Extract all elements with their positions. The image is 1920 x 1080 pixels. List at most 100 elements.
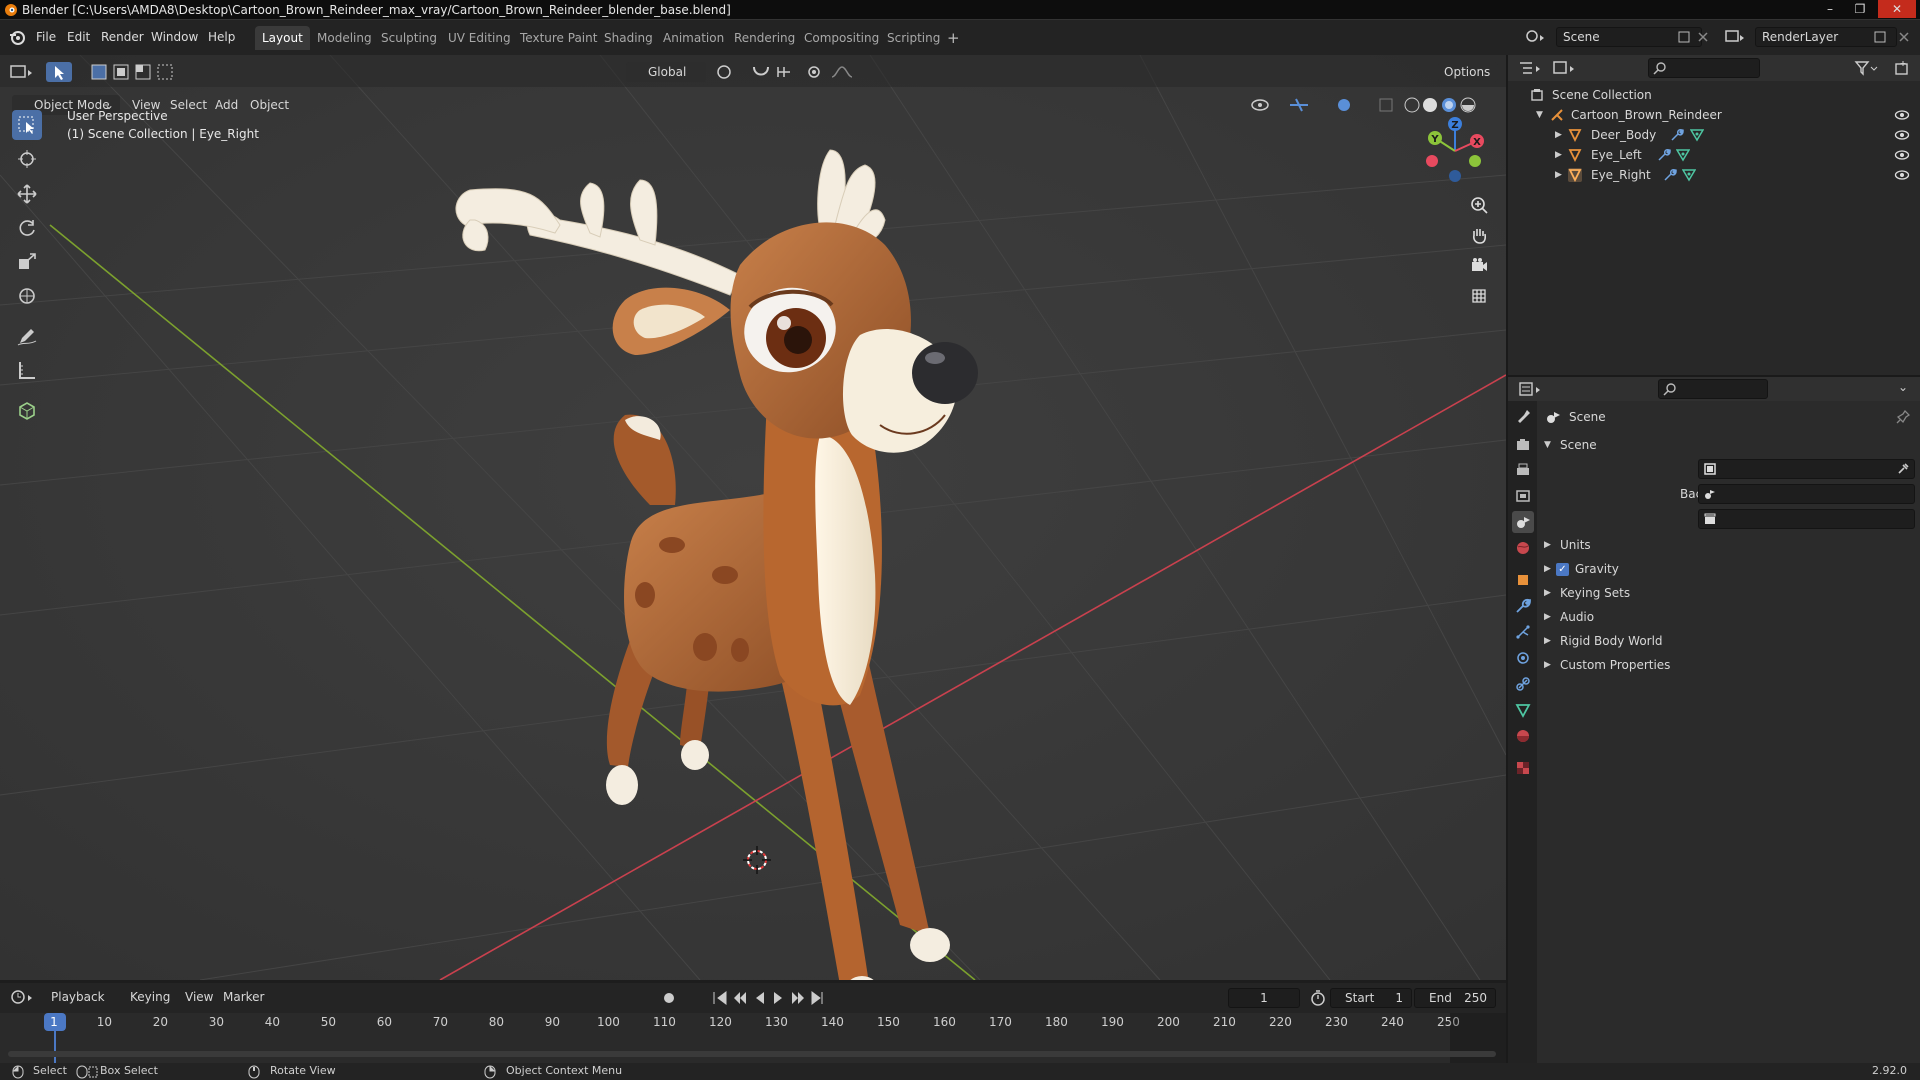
- close-button[interactable]: ✕: [1878, 0, 1916, 18]
- viewport-menu-select[interactable]: Select: [164, 95, 213, 115]
- tool-transform[interactable]: [12, 281, 42, 311]
- menu-window[interactable]: Window: [145, 26, 204, 49]
- properties-editor-type-icon[interactable]: [1518, 381, 1544, 397]
- display-mode-icon[interactable]: [1552, 60, 1578, 76]
- tab-modifiers[interactable]: [1512, 595, 1534, 617]
- outliner-row-deer-body[interactable]: ▶ Deer_Body: [1508, 125, 1920, 145]
- mesh-data-icon[interactable]: [1682, 168, 1696, 182]
- timeline-menu-keying[interactable]: Keying: [124, 987, 176, 1007]
- select-mode-button[interactable]: [46, 62, 72, 82]
- pan-button[interactable]: [1465, 221, 1493, 249]
- mesh-data-icon[interactable]: [1690, 128, 1704, 142]
- tab-layout[interactable]: Layout: [255, 26, 310, 50]
- scene-panel-header[interactable]: ▼ Scene: [1544, 435, 1914, 455]
- gravity-panel-header[interactable]: ▶ ✓ Gravity: [1544, 559, 1914, 579]
- tab-constraints[interactable]: [1512, 673, 1534, 695]
- keying-sets-panel-header[interactable]: ▶ Keying Sets: [1544, 583, 1914, 603]
- zoom-button[interactable]: [1465, 191, 1493, 219]
- visibility-eye-icon[interactable]: [1894, 148, 1910, 162]
- outliner-row-cartoon-brown-reindeer[interactable]: ▼ Cartoon_Brown_Reindeer: [1508, 105, 1920, 125]
- units-panel-header[interactable]: ▶ Units: [1544, 535, 1914, 555]
- outliner-editor-type-icon[interactable]: [1518, 60, 1544, 76]
- blender-menu-icon[interactable]: [8, 28, 26, 46]
- tool-scale[interactable]: [12, 247, 42, 277]
- modifier-wrench-icon[interactable]: [1657, 148, 1671, 162]
- tab-sculpting[interactable]: Sculpting: [374, 26, 444, 50]
- outliner-row-eye-right[interactable]: ▶ Eye_Right: [1508, 165, 1920, 185]
- end-frame-field[interactable]: End 250: [1414, 988, 1496, 1008]
- tab-rendering[interactable]: Rendering: [727, 26, 802, 50]
- outliner-row-scene-collection[interactable]: Scene Collection: [1508, 85, 1920, 105]
- tool-rotate[interactable]: [12, 213, 42, 243]
- custom-properties-panel-header[interactable]: ▶ Custom Properties: [1544, 655, 1914, 675]
- maximize-button[interactable]: ❐: [1846, 0, 1874, 18]
- tab-render[interactable]: [1512, 433, 1534, 455]
- camera-field[interactable]: [1698, 459, 1915, 479]
- delete-view-layer-icon[interactable]: [1898, 31, 1910, 43]
- selection-mode-icons[interactable]: [90, 62, 184, 82]
- chevron-down-icon[interactable]: ⌄: [1898, 380, 1908, 394]
- active-clip-field[interactable]: [1698, 509, 1915, 529]
- tool-select-box[interactable]: [12, 110, 42, 140]
- tab-texture[interactable]: [1512, 757, 1534, 779]
- snapping-proportional-icons[interactable]: [714, 63, 854, 81]
- expand-arrow-icon[interactable]: ▼: [1536, 105, 1543, 125]
- selection-mode-buttons[interactable]: [90, 62, 184, 82]
- new-scene-icon[interactable]: [1678, 31, 1690, 43]
- menu-render[interactable]: Render: [95, 26, 150, 49]
- timeline-menu-marker[interactable]: Marker: [217, 987, 270, 1007]
- audio-panel-header[interactable]: ▶ Audio: [1544, 607, 1914, 627]
- tab-animation[interactable]: Animation: [656, 26, 731, 50]
- perspective-toggle-button[interactable]: [1465, 282, 1493, 310]
- outliner-row-eye-left[interactable]: ▶ Eye_Left: [1508, 145, 1920, 165]
- delete-scene-icon[interactable]: [1697, 31, 1709, 43]
- menu-edit[interactable]: Edit: [61, 26, 96, 49]
- visibility-eye-icon[interactable]: [1894, 168, 1910, 182]
- tab-view-layer[interactable]: [1512, 485, 1534, 507]
- add-workspace-button[interactable]: +: [940, 26, 967, 50]
- menu-file[interactable]: File: [30, 26, 62, 49]
- viewport-scene[interactable]: [0, 55, 1506, 980]
- tab-texture-paint[interactable]: Texture Paint: [513, 26, 604, 50]
- modifier-wrench-icon[interactable]: [1663, 168, 1677, 182]
- navigation-gizmo[interactable]: Z Y X: [1415, 111, 1495, 191]
- timeline-scrollbar[interactable]: [8, 1051, 1496, 1057]
- tab-particles[interactable]: [1512, 621, 1534, 643]
- tab-shading[interactable]: Shading: [597, 26, 660, 50]
- 3d-viewport[interactable]: Object Mode ⌄ View Select Add Object Glo…: [0, 55, 1506, 980]
- tab-physics[interactable]: [1512, 647, 1534, 669]
- playback-controls[interactable]: [660, 989, 830, 1007]
- editor-type-icon[interactable]: [10, 63, 36, 81]
- tab-material[interactable]: [1512, 725, 1534, 747]
- visibility-eye-icon[interactable]: [1894, 128, 1910, 142]
- start-frame-field[interactable]: Start 1: [1330, 988, 1412, 1008]
- viewport-menu-object[interactable]: Object: [244, 95, 295, 115]
- expand-arrow-icon[interactable]: ▶: [1555, 165, 1562, 185]
- tool-annotate[interactable]: [12, 321, 42, 351]
- scene-icon[interactable]: [1524, 28, 1548, 46]
- visibility-eye-icon[interactable]: [1894, 108, 1910, 122]
- stopwatch-icon[interactable]: [1310, 990, 1326, 1006]
- tab-uv-editing[interactable]: UV Editing: [441, 26, 518, 50]
- rigid-body-world-panel-header[interactable]: ▶ Rigid Body World: [1544, 631, 1914, 651]
- eyedropper-icon[interactable]: [1897, 463, 1909, 475]
- current-frame-field[interactable]: 1: [1228, 988, 1300, 1008]
- tool-measure[interactable]: [12, 355, 42, 385]
- tab-tool[interactable]: [1512, 405, 1534, 427]
- new-view-layer-icon[interactable]: [1874, 31, 1886, 43]
- frame-ruler[interactable]: 1 10 20 30 40 50 60 70 80 90 100 110 120 130 140 150 160…: [0, 1013, 1506, 1033]
- tab-data[interactable]: [1512, 699, 1534, 721]
- pin-icon[interactable]: [1896, 410, 1910, 424]
- minimize-button[interactable]: –: [1816, 0, 1844, 18]
- transform-orientation-dropdown[interactable]: Global: [626, 62, 706, 82]
- timeline-menu-playback[interactable]: Playback: [45, 987, 111, 1007]
- gravity-checkbox[interactable]: ✓: [1556, 563, 1569, 576]
- options-dropdown[interactable]: Options: [1438, 62, 1498, 82]
- expand-arrow-icon[interactable]: ▶: [1555, 145, 1562, 165]
- tab-scripting[interactable]: Scripting: [880, 26, 947, 50]
- timeline-menu-view[interactable]: View: [179, 987, 219, 1007]
- timeline-editor-type-icon[interactable]: [10, 988, 36, 1006]
- modifier-wrench-icon[interactable]: [1670, 128, 1684, 142]
- properties-search-input[interactable]: [1658, 379, 1768, 399]
- tab-scene[interactable]: [1512, 511, 1534, 533]
